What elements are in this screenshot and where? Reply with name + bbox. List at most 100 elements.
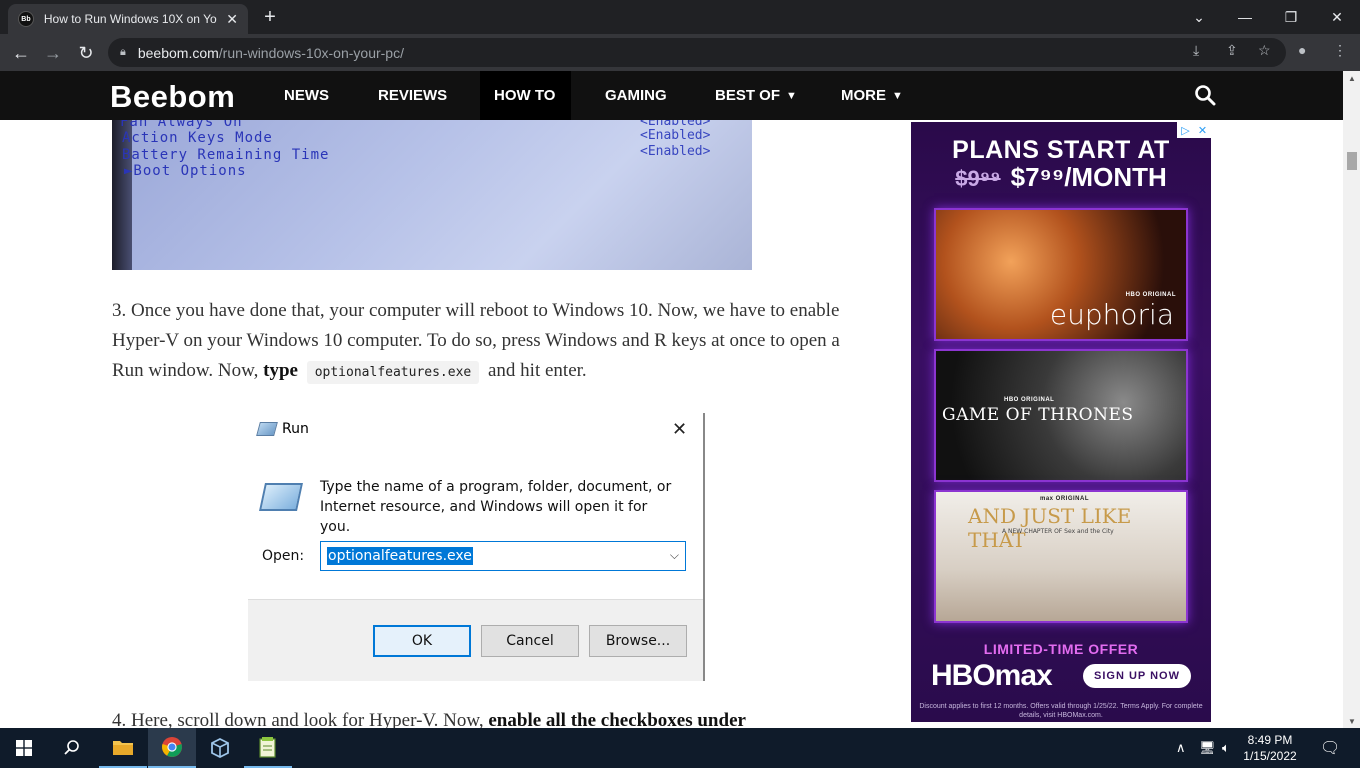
- show-title: euphoria: [1049, 298, 1174, 331]
- notifications-icon[interactable]: 🗨︎: [1320, 738, 1340, 758]
- bios-value: <Enabled>: [640, 128, 711, 143]
- close-window-button[interactable]: ✕: [1314, 0, 1360, 34]
- volume-muted-icon[interactable]: 🔈︎: [1222, 740, 1230, 756]
- nav-news[interactable]: NEWS: [284, 71, 329, 120]
- ad-offer: LIMITED-TIME OFFER: [983, 641, 1139, 657]
- bios-value: <Enabled>: [640, 144, 711, 159]
- chevron-down-icon: ⌵: [669, 548, 679, 562]
- show-hidden-icons-chevron-icon[interactable]: ∧: [1176, 740, 1186, 756]
- tab-favicon-icon: Bb: [18, 11, 34, 27]
- cancel-button: Cancel: [481, 625, 579, 657]
- site-logo[interactable]: Beebom: [110, 79, 235, 115]
- show-subtitle: A NEW CHAPTER OF Sex and the City: [1002, 528, 1114, 535]
- network-icon[interactable]: 🖥︎: [1199, 740, 1216, 756]
- close-icon: ✕: [672, 419, 688, 439]
- virtualbox-button[interactable]: [196, 728, 244, 768]
- bios-line: Action Keys Mode: [122, 130, 273, 146]
- hbo-original-tag: HBO ORIGINAL: [1004, 397, 1055, 403]
- ad-panel-game-of-thrones: HBO ORIGINAL GAME OF THRONES: [934, 349, 1188, 482]
- tab-close-icon[interactable]: ✕: [226, 11, 238, 28]
- search-icon[interactable]: [1194, 84, 1216, 106]
- taskbar-clock[interactable]: 8:49 PM 1/15/2022: [1238, 732, 1302, 764]
- run-dialog-image: Run ✕ Type the name of a program, folder…: [248, 413, 705, 681]
- run-titlebar: Run ✕: [248, 413, 703, 448]
- step-3-bold: type: [263, 360, 298, 381]
- nav-gaming[interactable]: GAMING: [605, 71, 667, 120]
- scroll-up-arrow-icon[interactable]: ▲: [1348, 74, 1356, 83]
- new-tab-button[interactable]: +: [258, 6, 282, 29]
- nav-more-label: MORE: [841, 87, 886, 104]
- browser-tab[interactable]: Bb How to Run Windows 10X on Yo ✕: [8, 4, 248, 34]
- hbomax-logo: HBOmax: [931, 659, 1053, 692]
- nav-best-of-label: BEST OF: [715, 87, 781, 104]
- tab-title: How to Run Windows 10X on Yo: [43, 12, 217, 26]
- site-header: Beebom NEWS REVIEWS HOW TO GAMING BEST O…: [0, 71, 1343, 120]
- forward-button[interactable]: →: [40, 40, 66, 66]
- scroll-thumb[interactable]: [1347, 152, 1357, 170]
- run-open-label: Open:: [262, 548, 305, 564]
- ad-new-price: $7⁹⁹/MONTH: [1010, 162, 1167, 192]
- lock-icon[interactable]: 🔒︎: [120, 46, 126, 59]
- run-open-field: optionalfeatures.exe ⌵: [320, 541, 686, 571]
- ad-panel-euphoria: HBO ORIGINAL euphoria: [934, 208, 1188, 341]
- address-bar[interactable]: 🔒︎ beebom.com/run-windows-10x-on-your-pc…: [108, 38, 1286, 67]
- run-app-icon: [256, 422, 278, 436]
- browser-tab-strip: Bb How to Run Windows 10X on Yo ✕ + ⌄ — …: [0, 0, 1360, 34]
- search-icon: [64, 740, 79, 755]
- sign-up-button[interactable]: SIGN UP NOW: [1083, 664, 1191, 688]
- url-host: beebom.com: [137, 44, 219, 61]
- ad-old-price: $9⁹⁹: [955, 166, 1001, 191]
- ad-price-line: $9⁹⁹ $7⁹⁹/MONTH: [911, 162, 1211, 193]
- back-button[interactable]: ←: [8, 40, 34, 66]
- inline-code: optionalfeatures.exe: [306, 361, 480, 384]
- start-button[interactable]: [0, 728, 48, 768]
- taskbar-search-button[interactable]: [48, 728, 96, 768]
- hbomax-advertisement[interactable]: ▷ ✕ PLANS START AT $9⁹⁹ $7⁹⁹/MONTH HBO OR…: [911, 122, 1211, 722]
- page-scrollbar[interactable]: ▲ ▼: [1343, 71, 1360, 728]
- browser-toolbar: ← → ↻ 🔒︎ beebom.com/run-windows-10x-on-y…: [0, 34, 1360, 71]
- folder-icon: [113, 741, 133, 755]
- browse-button: Browse...: [589, 625, 687, 657]
- profile-icon[interactable]: ●: [1298, 42, 1306, 58]
- step-4-paragraph: 4. Here, scroll down and look for Hyper-…: [112, 706, 852, 728]
- scroll-down-arrow-icon[interactable]: ▼: [1348, 717, 1356, 726]
- ad-headline: PLANS START AT: [952, 136, 1170, 164]
- nav-reviews[interactable]: REVIEWS: [378, 71, 447, 120]
- chevron-down-icon: ▼: [786, 89, 797, 102]
- bookmark-star-icon[interactable]: ☆: [1258, 42, 1271, 59]
- run-footer: OK Cancel Browse...: [248, 599, 703, 681]
- clock-time: 8:49 PM: [1247, 733, 1293, 747]
- bios-line: Fan Always On: [120, 120, 243, 130]
- run-message: Type the name of a program, folder, docu…: [320, 479, 672, 535]
- reload-button[interactable]: ↻: [73, 40, 99, 66]
- chrome-icon: [162, 737, 182, 757]
- step-3-paragraph: 3. Once you have done that, your compute…: [112, 296, 852, 388]
- max-original-tag: max ORIGINAL: [1040, 496, 1090, 502]
- url-path: /run-windows-10x-on-your-pc/: [218, 44, 404, 61]
- ok-button: OK: [373, 625, 471, 657]
- show-title: GAME OF THRONES: [942, 405, 1134, 425]
- bios-screenshot-image: Fan Always On Action Keys Mode Battery R…: [112, 120, 752, 270]
- minimize-button[interactable]: —: [1222, 0, 1268, 34]
- restore-button[interactable]: ❐: [1268, 0, 1314, 34]
- file-explorer-button[interactable]: [99, 728, 147, 768]
- step-4-text: 4. Here, scroll down and look for Hyper-…: [112, 710, 484, 728]
- cube-icon: [211, 737, 229, 759]
- windows-logo-icon: [16, 740, 32, 756]
- clock-date: 1/15/2022: [1243, 749, 1297, 763]
- install-app-icon[interactable]: ⤓: [1193, 42, 1199, 59]
- nav-more[interactable]: MORE ▼: [841, 71, 903, 120]
- nav-how-to[interactable]: HOW TO: [480, 71, 571, 120]
- windows-taskbar: ∧ 🖥︎ 🔈︎ 8:49 PM 1/15/2022 🗨︎: [0, 728, 1360, 768]
- notepad-plus-plus-button[interactable]: [244, 728, 292, 768]
- chevron-down-icon: ▼: [892, 89, 903, 102]
- menu-kebab-icon[interactable]: ⋮: [1333, 42, 1347, 59]
- run-title: Run: [282, 421, 309, 437]
- run-large-icon: [259, 483, 303, 511]
- tab-search-chevron-icon[interactable]: ⌄: [1176, 0, 1222, 34]
- share-icon[interactable]: ⇪: [1226, 42, 1238, 59]
- chrome-button[interactable]: [148, 728, 196, 768]
- bios-line: ►Boot Options: [124, 163, 247, 179]
- nav-best-of[interactable]: BEST OF ▼: [715, 71, 797, 120]
- run-input-value: optionalfeatures.exe: [327, 547, 473, 565]
